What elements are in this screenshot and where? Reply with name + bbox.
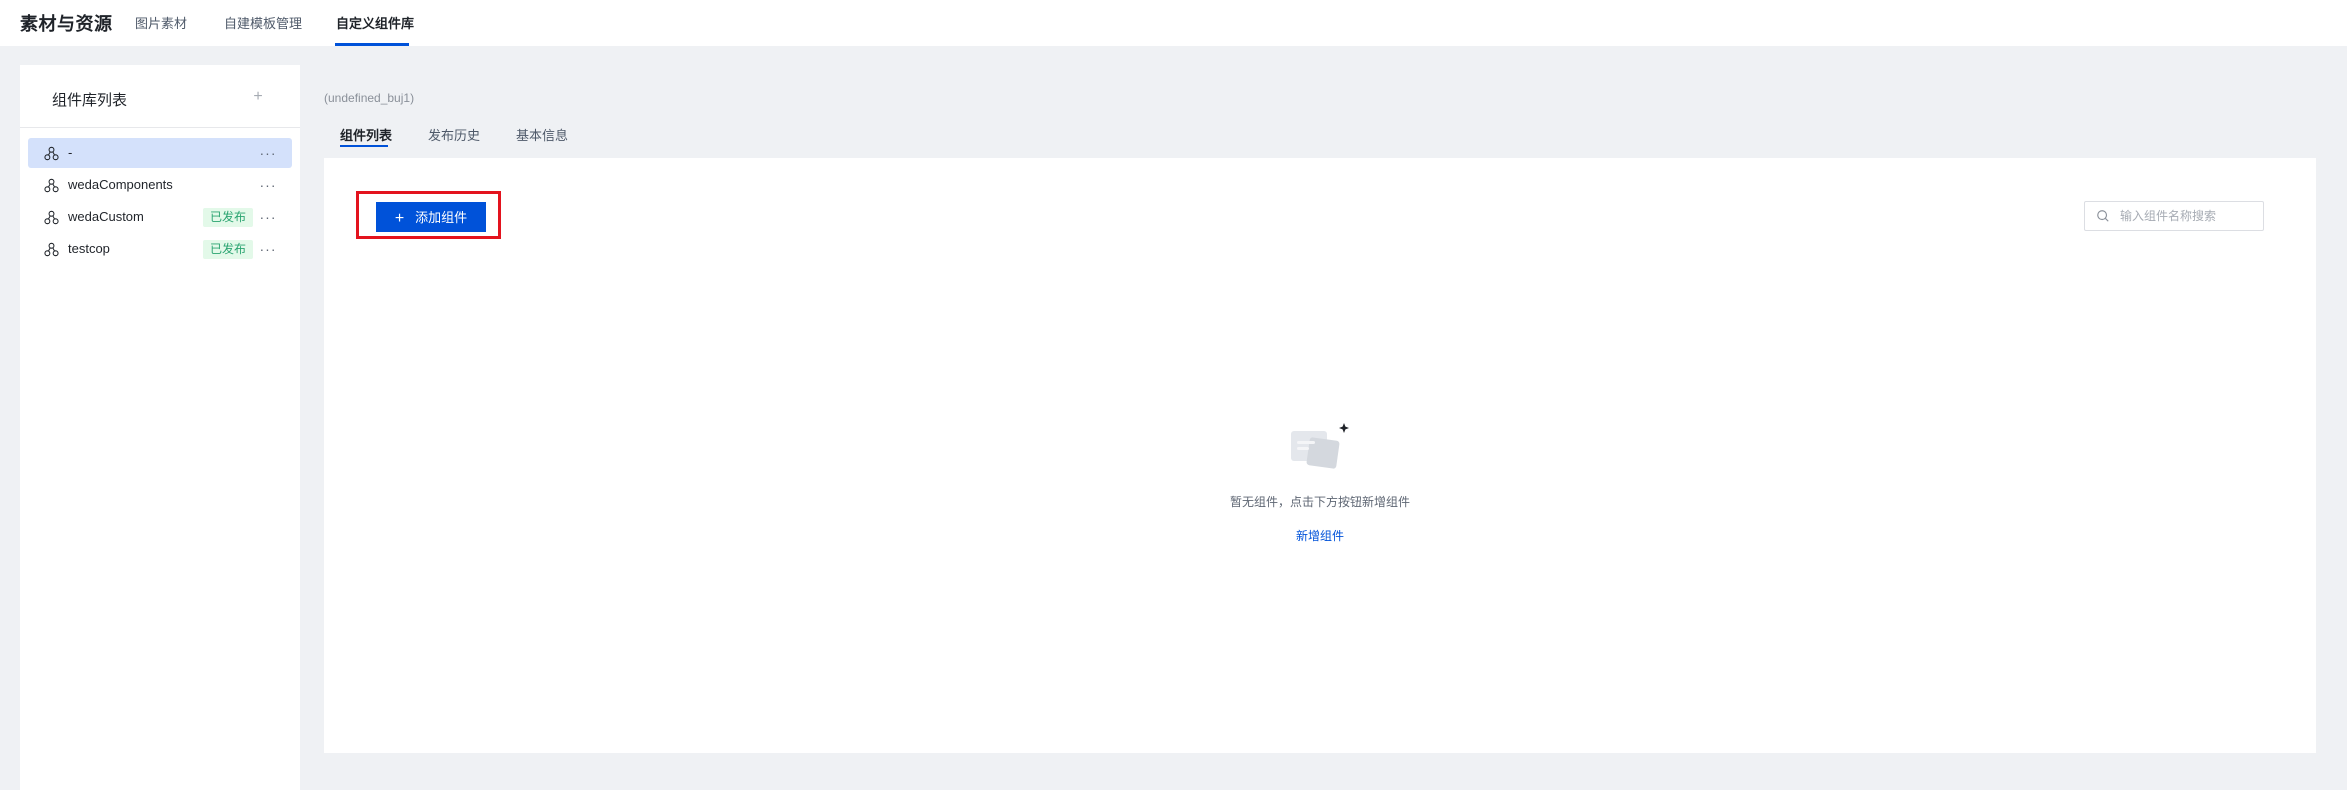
more-options-icon[interactable]: ··· (257, 207, 279, 227)
component-list-content: + 添加组件 暂无组件，点击下方按钮新增组件 新增组件 (324, 158, 2316, 753)
nav-tab-active-indicator (335, 43, 409, 46)
nav-tab-template-management[interactable]: 自建模板管理 (224, 13, 302, 32)
divider (20, 127, 300, 128)
component-library-icon (44, 210, 59, 225)
library-item-dash[interactable]: - ··· (28, 138, 292, 168)
library-item-name: testcop (68, 241, 110, 256)
component-library-panel: 组件库列表 + - ··· wedaComponents ··· wedaCus… (20, 65, 300, 790)
component-library-icon (44, 242, 59, 257)
component-search-box[interactable] (2084, 201, 2264, 231)
more-options-icon[interactable]: ··· (257, 143, 279, 163)
empty-documents-illustration (1291, 423, 1349, 469)
new-component-link[interactable]: 新增组件 (1296, 529, 1344, 543)
more-options-icon[interactable]: ··· (257, 239, 279, 259)
empty-state-message: 暂无组件，点击下方按钮新增组件 (1229, 495, 1410, 509)
add-library-plus-icon[interactable]: + (246, 85, 270, 109)
library-list-title: 组件库列表 (52, 92, 128, 109)
plus-icon: + (394, 209, 405, 227)
tab-active-indicator (340, 145, 388, 147)
search-input[interactable] (2120, 202, 2260, 230)
library-item-wedacustom[interactable]: wedaCustom 已发布 ··· (28, 202, 292, 232)
top-nav-bar: 素材与资源 图片素材 自建模板管理 自定义组件库 (0, 0, 2347, 46)
app-title: 素材与资源 (20, 14, 113, 34)
nav-tab-image-assets[interactable]: 图片素材 (135, 13, 187, 32)
nav-tab-custom-component-library[interactable]: 自定义组件库 (336, 13, 414, 32)
more-options-icon[interactable]: ··· (257, 175, 279, 195)
library-breadcrumb: (undefined_buj1) (324, 91, 415, 105)
library-item-name: wedaCustom (68, 209, 144, 224)
add-component-button[interactable]: + 添加组件 (376, 202, 486, 232)
published-badge: 已发布 (203, 208, 254, 227)
library-item-name: - (68, 145, 73, 160)
tab-publish-history[interactable]: 发布历史 (428, 125, 480, 144)
published-badge: 已发布 (203, 240, 254, 259)
add-component-label: 添加组件 (415, 209, 468, 225)
component-library-icon (44, 146, 59, 161)
search-icon (2097, 210, 2109, 222)
library-item-testcop[interactable]: testcop 已发布 ··· (28, 234, 292, 264)
tab-basic-info[interactable]: 基本信息 (516, 125, 568, 144)
component-library-icon (44, 178, 59, 193)
tab-component-list[interactable]: 组件列表 (340, 125, 392, 144)
new-component-link-row: 新增组件 (324, 527, 2316, 544)
library-item-wedacomponents[interactable]: wedaComponents ··· (28, 170, 292, 200)
library-item-name: wedaComponents (68, 177, 173, 192)
